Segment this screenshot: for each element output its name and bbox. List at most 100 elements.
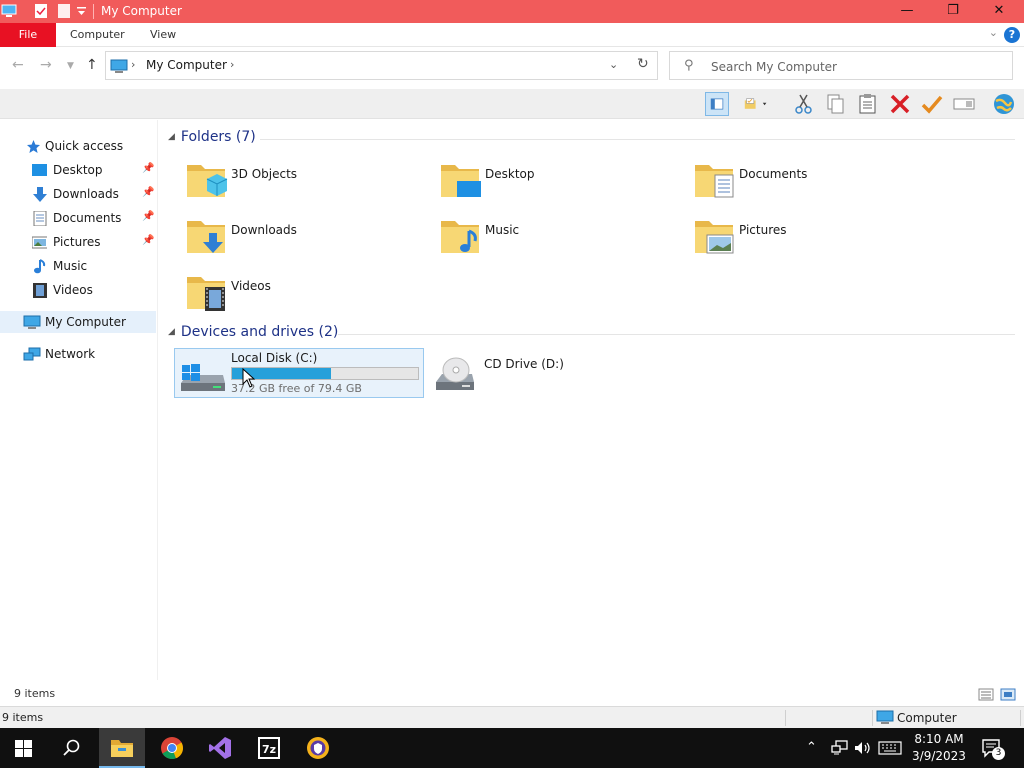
taskbar-7zip[interactable]: 7z	[246, 728, 292, 768]
drive-local-disk-c[interactable]: Local Disk (C:) 37.2 GB free of 79.4 GB	[174, 348, 424, 398]
folder-label: Videos	[231, 279, 271, 293]
customize-quick-access-icon[interactable]	[76, 3, 88, 19]
status-divider	[872, 710, 873, 726]
taskbar-file-explorer[interactable]	[99, 728, 145, 768]
copy-icon[interactable]	[824, 92, 848, 116]
delete-icon[interactable]	[888, 92, 912, 116]
sidebar-item-downloads[interactable]: Downloads 📌	[0, 183, 156, 205]
taskbar-chrome[interactable]	[149, 728, 195, 768]
tab-view[interactable]: View	[150, 23, 176, 47]
search-box[interactable]: ⚲ Search My Computer	[669, 51, 1013, 80]
sidebar-item-music[interactable]: Music	[0, 255, 156, 277]
search-input[interactable]: Search My Computer	[711, 60, 837, 74]
folder-music[interactable]: Music	[429, 211, 679, 263]
sidebar-item-my-computer[interactable]: My Computer	[0, 311, 156, 333]
pin-icon[interactable]: 📌	[142, 163, 154, 174]
folder-videos[interactable]: Videos	[175, 267, 425, 319]
pin-icon[interactable]: 📌	[142, 235, 154, 246]
refresh-icon[interactable]: ↻	[637, 56, 649, 72]
sidebar-item-network[interactable]: Network	[0, 343, 156, 365]
computer-icon[interactable]	[1, 3, 17, 19]
pin-icon[interactable]: 📌	[142, 187, 154, 198]
sidebar-item-documents[interactable]: Documents 📌	[0, 207, 156, 229]
new-folder-icon[interactable]	[57, 3, 71, 19]
close-button[interactable]: ✕	[976, 0, 1022, 23]
notification-count: 3	[992, 747, 1005, 760]
folder-documents[interactable]: Documents	[683, 155, 933, 207]
details-view-icon[interactable]	[978, 688, 994, 701]
navigation-pane: Quick access Desktop 📌 Downloads 📌 Docum…	[0, 120, 158, 680]
cut-icon[interactable]	[792, 92, 816, 116]
up-arrow-icon[interactable]: ↑	[86, 57, 98, 73]
globe-icon[interactable]	[990, 92, 1018, 116]
keyboard-icon[interactable]	[878, 740, 902, 756]
tab-file[interactable]: File	[0, 23, 56, 47]
shield-icon	[307, 737, 329, 759]
clock-date: 3/9/2023	[912, 749, 966, 763]
status-divider	[785, 710, 786, 726]
address-bar[interactable]: › My Computer › ⌄ ↻	[105, 51, 658, 80]
sidebar-item-label: Network	[45, 347, 96, 361]
sidebar-item-label: My Computer	[45, 315, 126, 329]
properties-icon[interactable]	[34, 3, 48, 19]
folder-desktop[interactable]: Desktop	[429, 155, 679, 207]
download-arrow-icon	[33, 187, 47, 202]
address-row: ← → ▼ ↑ › My Computer › ⌄ ↻ ⚲ Search My …	[0, 47, 1024, 87]
forward-arrow-icon[interactable]: →	[40, 57, 52, 73]
collapse-caret-icon[interactable]: ◢	[168, 327, 175, 337]
sidebar-item-label: Music	[53, 259, 88, 273]
sidebar-item-label: Downloads	[53, 187, 119, 201]
folder-label: Downloads	[231, 223, 297, 237]
back-arrow-icon[interactable]: ←	[12, 57, 24, 73]
properties-icon[interactable]	[743, 92, 767, 116]
chevron-down-icon[interactable]: ⌄	[609, 58, 618, 71]
large-icons-view-icon[interactable]	[1000, 688, 1016, 701]
search-icon[interactable]	[63, 739, 81, 757]
windows-start-icon[interactable]	[15, 740, 32, 757]
file-explorer-icon	[111, 740, 133, 757]
rename-icon[interactable]	[952, 92, 976, 116]
folder-3d-objects[interactable]: 3D Objects	[175, 155, 425, 207]
folder-label: Documents	[739, 167, 808, 181]
sidebar-item-desktop[interactable]: Desktop 📌	[0, 159, 156, 181]
collapse-caret-icon[interactable]: ◢	[168, 132, 175, 142]
maximize-button[interactable]: ❐	[930, 0, 976, 23]
sidebar-item-videos[interactable]: Videos	[0, 279, 156, 301]
volume-icon[interactable]	[854, 740, 872, 756]
action-center-button[interactable]: 3	[981, 738, 1005, 761]
breadcrumb[interactable]: My Computer	[146, 58, 227, 72]
picture-icon	[32, 236, 47, 249]
drive-usage-bar	[231, 367, 419, 380]
help-icon[interactable]: ?	[1004, 27, 1020, 43]
folder-label: 3D Objects	[231, 167, 298, 181]
taskbar-vpn-app[interactable]	[295, 728, 341, 768]
taskbar-visual-studio[interactable]	[197, 728, 243, 768]
paste-icon[interactable]	[856, 92, 880, 116]
chevron-right-icon[interactable]: ›	[131, 58, 135, 71]
drives-group-header[interactable]: ◢ Devices and drives (2)	[168, 324, 338, 340]
folders-group-header[interactable]: ◢ Folders (7)	[168, 129, 256, 145]
minimize-button[interactable]: —	[884, 0, 930, 23]
visual-studio-icon	[209, 737, 231, 759]
tab-computer[interactable]: Computer	[70, 23, 125, 47]
folders-header-label: Folders (7)	[180, 129, 256, 145]
sidebar-item-label: Documents	[53, 211, 122, 225]
window-title: My Computer	[101, 4, 182, 18]
network-icon[interactable]	[831, 740, 849, 756]
sidebar-item-quick-access[interactable]: Quick access	[0, 135, 156, 157]
sidebar-item-pictures[interactable]: Pictures 📌	[0, 231, 156, 253]
navigation-pane-icon[interactable]	[705, 92, 729, 116]
clock-time: 8:10 AM	[914, 732, 964, 746]
chevron-right-icon[interactable]: ›	[230, 58, 234, 71]
drive-cd-d[interactable]: CD Drive (D:)	[428, 348, 678, 398]
show-hidden-icons-icon[interactable]: ⌃	[806, 740, 817, 755]
system-clock[interactable]: 8:10 AM 3/9/2023	[908, 731, 970, 765]
drive-label: CD Drive (D:)	[484, 357, 564, 371]
chevron-down-icon[interactable]: ⌄	[989, 26, 998, 39]
pin-icon[interactable]: 📌	[142, 211, 154, 222]
folder-downloads[interactable]: Downloads	[175, 211, 425, 263]
recent-locations-icon[interactable]: ▼	[67, 61, 74, 71]
folder-pictures[interactable]: Pictures	[683, 211, 933, 263]
checkmark-icon[interactable]	[920, 92, 944, 116]
videos-folder-icon	[187, 277, 225, 311]
